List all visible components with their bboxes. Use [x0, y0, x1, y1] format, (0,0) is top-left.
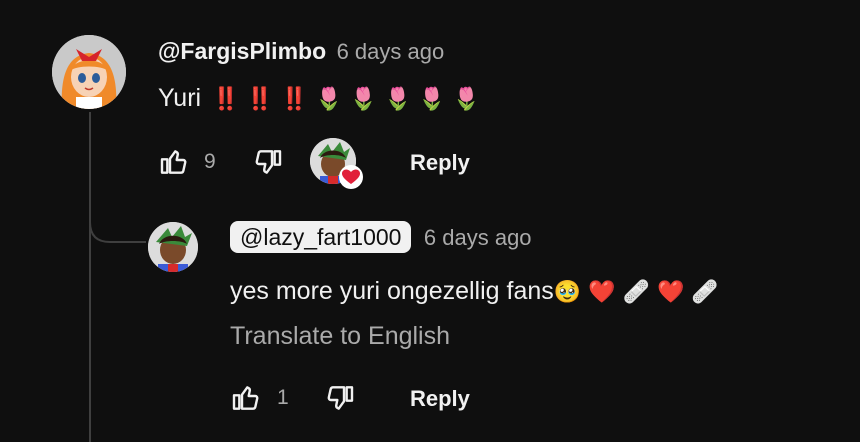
reply-text-prefix: yes more yuri ongezellig fans	[230, 277, 554, 305]
like-button[interactable]	[158, 146, 190, 178]
comment-text: Yuri ‼️ ‼️ ‼️ 🌷 🌷 🌷 🌷 🌷	[158, 84, 480, 113]
comment-header: @FargisPlimbo 6 days ago	[158, 38, 444, 65]
reply-like-count: 1	[277, 386, 289, 409]
dislike-button[interactable]	[252, 146, 284, 178]
commenter-avatar[interactable]	[52, 35, 126, 109]
reply-dislike-button[interactable]	[324, 382, 356, 414]
thread-line	[89, 112, 91, 442]
reply-reply-button[interactable]: Reply	[410, 386, 470, 412]
replier-avatar[interactable]	[148, 222, 198, 272]
reply-like-button[interactable]	[230, 382, 262, 414]
comment-time[interactable]: 6 days ago	[337, 39, 445, 64]
translate-link[interactable]: Translate to English	[230, 322, 450, 351]
comment-text-emoji: ‼️ ‼️ ‼️ 🌷 🌷 🌷 🌷 🌷	[212, 87, 481, 112]
thumbs-up-icon	[232, 386, 259, 410]
reply-header: @lazy_fart1000 6 days ago	[230, 221, 532, 253]
reply-button[interactable]: Reply	[410, 150, 470, 176]
like-count: 9	[204, 150, 216, 173]
comment-text-prefix: Yuri	[158, 84, 202, 112]
thumbs-down-icon	[327, 386, 354, 410]
creator-heart-icon	[339, 165, 363, 189]
comment-author[interactable]: @FargisPlimbo	[158, 38, 326, 64]
creator-heart	[310, 138, 364, 190]
reply-text-emoji: 🥹 ❤️ 🩹 ❤️ 🩹	[553, 280, 719, 305]
reply-author[interactable]: @lazy_fart1000	[230, 221, 412, 253]
anime-avatar-image	[52, 35, 126, 109]
reply-time[interactable]: 6 days ago	[424, 225, 532, 250]
reply-text: yes more yuri ongezellig fans🥹 ❤️ 🩹 ❤️ 🩹	[230, 277, 719, 306]
thumbs-up-icon	[160, 150, 187, 174]
thread-branch	[89, 200, 146, 243]
thumbs-down-icon	[255, 150, 282, 174]
replier-avatar-image	[148, 222, 198, 272]
